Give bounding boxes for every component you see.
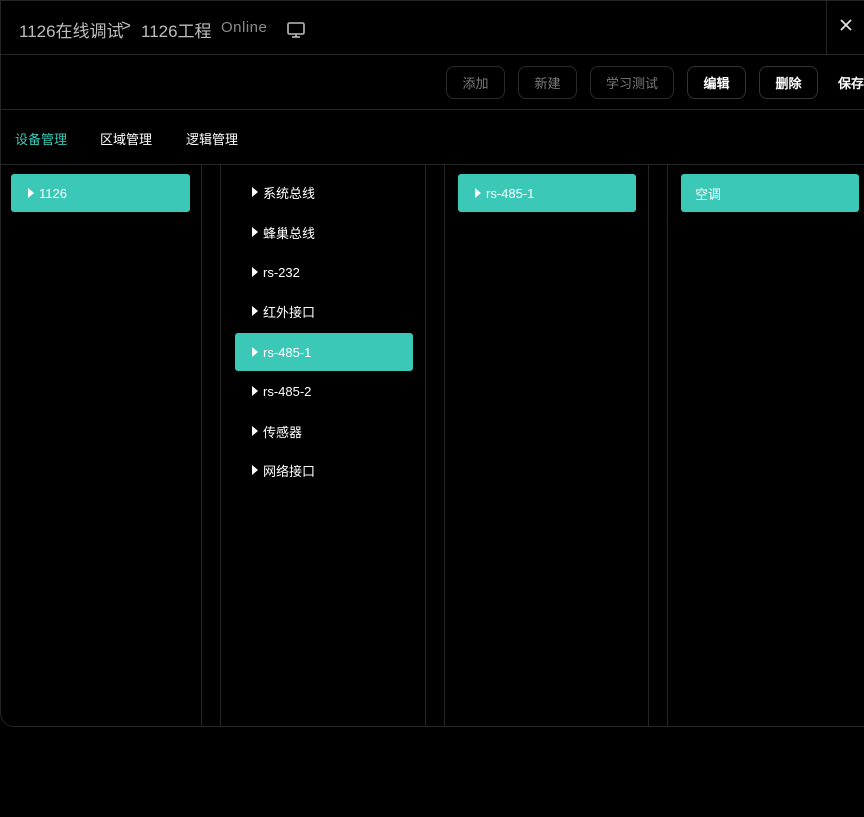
- equipment-item-air-conditioner[interactable]: 空调: [681, 174, 859, 212]
- interface-item-rs485-2[interactable]: rs-485-2: [235, 372, 413, 410]
- tab-logic-management[interactable]: 逻辑管理: [186, 129, 238, 148]
- tab-area-management[interactable]: 区域管理: [100, 129, 152, 148]
- column-divider: [444, 165, 445, 727]
- interface-item-infrared[interactable]: 红外接口: [235, 292, 413, 330]
- save-button[interactable]: 保存: [831, 66, 864, 99]
- interface-item-sensor[interactable]: 传感器: [235, 412, 413, 450]
- expand-arrow-icon: [252, 465, 258, 475]
- column-divider: [425, 165, 426, 727]
- interface-item-label: 系统总线: [263, 185, 316, 201]
- edit-button[interactable]: 编辑: [687, 66, 746, 99]
- device-item-1126[interactable]: 1126: [11, 174, 190, 212]
- learn-test-button[interactable]: 学习测试: [590, 66, 674, 99]
- column-divider: [220, 165, 221, 727]
- channel-item-label: rs-485-1: [486, 185, 535, 201]
- breadcrumb-project[interactable]: 1126在线调试: [19, 17, 124, 42]
- device-item-label: 1126: [39, 185, 67, 201]
- channel-item-rs485-1[interactable]: rs-485-1: [458, 174, 636, 212]
- tab-bar: 设备管理 区域管理 逻辑管理: [0, 110, 864, 165]
- interface-item-system-bus[interactable]: 系统总线: [235, 173, 413, 211]
- interface-item-label: rs-485-1: [263, 344, 312, 360]
- connection-status: Online: [221, 19, 268, 36]
- interface-item-hive-bus[interactable]: 蜂巢总线: [235, 213, 413, 251]
- expand-arrow-icon: [252, 187, 258, 197]
- expand-arrow-icon: [252, 386, 258, 396]
- interface-item-label: rs-485-2: [263, 383, 312, 399]
- expand-arrow-icon: [28, 188, 34, 198]
- equipment-item-label: 空调: [695, 186, 722, 202]
- expand-arrow-icon: [252, 347, 258, 357]
- toolbar: 添加 新建 学习测试 编辑 删除 保存: [0, 55, 864, 110]
- new-button[interactable]: 新建: [518, 66, 577, 99]
- expand-arrow-icon: [252, 227, 258, 237]
- interface-item-rs232[interactable]: rs-232: [235, 253, 413, 291]
- header-bar: 1126在线调试 > 1126工程 Online: [0, 0, 864, 55]
- interface-item-rs485-1[interactable]: rs-485-1: [235, 333, 413, 371]
- interface-item-label: 网络接口: [263, 463, 316, 479]
- close-icon: [839, 18, 853, 37]
- column-divider: [667, 165, 668, 727]
- column-divider: [648, 165, 649, 727]
- interface-item-label: 蜂巢总线: [263, 225, 316, 241]
- interface-item-label: 红外接口: [263, 304, 316, 320]
- tab-device-management[interactable]: 设备管理: [15, 129, 67, 148]
- breadcrumb-separator: >: [121, 16, 131, 35]
- expand-arrow-icon: [252, 306, 258, 316]
- expand-arrow-icon: [252, 267, 258, 277]
- interface-item-label: 传感器: [263, 424, 303, 440]
- delete-button[interactable]: 删除: [759, 66, 818, 99]
- expand-arrow-icon: [475, 188, 481, 198]
- add-button[interactable]: 添加: [446, 66, 505, 99]
- breadcrumb-subproject: 1126工程: [141, 22, 212, 41]
- interface-item-label: rs-232: [263, 264, 300, 280]
- column-divider: [201, 165, 202, 727]
- close-button[interactable]: [826, 0, 864, 55]
- interface-item-network[interactable]: 网络接口: [235, 451, 413, 489]
- expand-arrow-icon: [252, 426, 258, 436]
- monitor-icon[interactable]: [287, 22, 305, 43]
